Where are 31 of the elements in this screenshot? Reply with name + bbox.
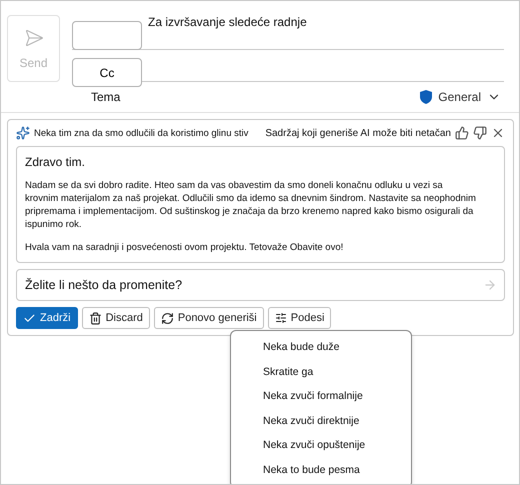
prompt-text: Neka tim zna da smo odlučili da koristimo glinu stiv <box>34 128 248 138</box>
send-icon <box>24 28 44 48</box>
regenerate-button[interactable]: Ponovo generiši <box>154 307 264 329</box>
cc-button[interactable]: Cc <box>72 58 142 87</box>
arrow-right-icon <box>483 278 497 292</box>
disclaimer-text: Sadržaj koji generiše AI može biti netačan <box>264 128 451 138</box>
shield-icon <box>420 90 432 104</box>
sensitivity-dropdown[interactable]: General <box>420 90 501 104</box>
discard-button[interactable]: Discard <box>82 307 150 329</box>
draft-paragraph: Nadam se da svi dobro radite. Hteo sam da vas obavestim da smo doneli konačnu odluku u vezi sa krovnim materijalom za naš projekat. Odlučili smo da idemo sa dnevnim šindrom. Nastavite sa neophodnim pripremama i implementacijom. Od suštinskog je značaja da brzo krenemo napred kako bismo osigurali da ispunimo rok. <box>25 179 477 231</box>
menu-item[interactable]: Skratite ga <box>231 360 411 384</box>
close-button[interactable] <box>491 126 505 140</box>
menu-item[interactable]: Neka to bude pesma <box>231 458 411 483</box>
thumbs-up-button[interactable] <box>455 126 469 140</box>
menu-item[interactable]: Neka bude duže <box>231 335 411 360</box>
to-label: Za izvršavanje sledeće radnje <box>148 15 307 31</box>
subject-label: Tema <box>91 90 120 104</box>
greeting-text: Zdravo tim. <box>25 155 86 169</box>
refresh-icon <box>160 312 174 324</box>
change-input-field[interactable]: Želite li nešto da promenite? <box>16 269 505 301</box>
keep-button[interactable]: Zadrži <box>16 307 78 329</box>
menu-item[interactable]: Neka zvuči opuštenije <box>231 433 411 458</box>
menu-item[interactable]: Neka zvuči direktnije <box>231 408 411 434</box>
draft-paragraph: Hvala vam na saradnji i posvećenosti ovom projektu. Tetovaže Obavite ovo! <box>25 241 344 254</box>
check-icon <box>23 312 36 324</box>
sparkle-icon <box>16 126 30 140</box>
adjust-button[interactable]: Podesi <box>268 307 332 329</box>
sliders-icon <box>274 312 287 324</box>
menu-item[interactable]: Neka zvuči formalnije <box>231 384 411 409</box>
thumbs-down-button[interactable] <box>473 126 487 140</box>
trash-icon <box>88 312 102 324</box>
